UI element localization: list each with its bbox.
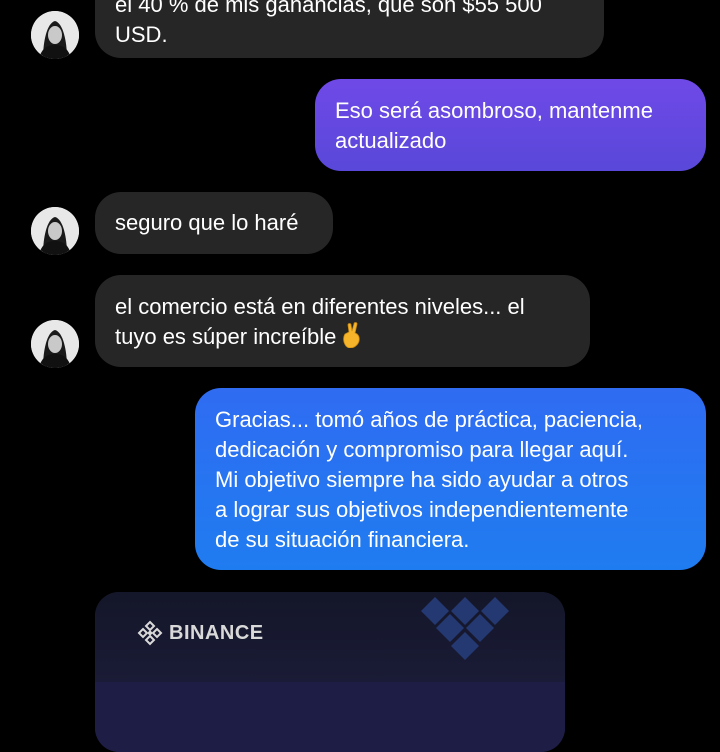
contact-avatar[interactable] [31,207,79,255]
message-text: el 40 % de mis ganancias, que son $55 50… [115,0,542,47]
message-bubble-incoming[interactable]: el 40 % de mis ganancias, que son $55 50… [95,0,604,58]
card-body [95,682,565,752]
message-text: seguro que lo haré [115,210,299,235]
avatar-image [31,11,79,59]
message-bubble-incoming[interactable]: seguro que lo haré [95,192,333,254]
message-text: Eso será asombroso, mantenme actualizado [335,98,653,153]
avatar-image [31,207,79,255]
shared-image-card[interactable]: BINANCE [95,592,565,752]
message-bubble-outgoing[interactable]: Gracias... tomó años de práctica, pacien… [195,388,706,570]
contact-avatar[interactable] [31,11,79,59]
message-text: el comercio está en diferentes niveles..… [115,294,525,349]
binance-icon [137,620,163,646]
message-bubble-outgoing[interactable]: Eso será asombroso, mantenme actualizado [315,79,706,171]
binance-brand-text: BINANCE [169,621,264,644]
message-text: Gracias... tomó años de práctica, pacien… [215,407,643,552]
contact-avatar[interactable] [31,320,79,368]
message-bubble-incoming[interactable]: el comercio está en diferentes niveles..… [95,275,590,367]
diamond-pattern [421,597,509,660]
binance-logo: BINANCE [137,620,264,646]
avatar-image [31,320,79,368]
crossed-fingers-emoji [340,322,364,356]
